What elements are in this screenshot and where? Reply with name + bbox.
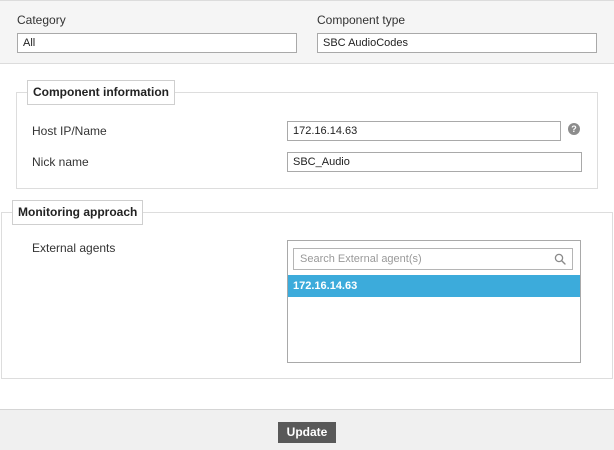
nick-name-input[interactable]: SBC_Audio: [287, 152, 582, 172]
monitoring-approach-legend: Monitoring approach: [12, 200, 144, 225]
search-icon[interactable]: [554, 253, 566, 265]
external-agents-label: External agents: [32, 241, 116, 255]
category-section: Category All Component type SBC AudioCod…: [0, 0, 614, 64]
host-ip-label: Host IP/Name: [32, 124, 107, 138]
component-information-legend: Component information: [27, 80, 175, 105]
search-placeholder: Search External agent(s): [300, 253, 422, 265]
external-agent-item[interactable]: 172.16.14.63: [288, 275, 580, 297]
category-select[interactable]: All: [17, 33, 297, 53]
category-label: Category: [17, 13, 66, 27]
help-question-icon[interactable]: ?: [568, 123, 580, 135]
nick-name-label: Nick name: [32, 155, 89, 169]
host-ip-input[interactable]: 172.16.14.63: [287, 121, 561, 141]
external-agent-search-input[interactable]: Search External agent(s): [293, 248, 573, 270]
footer-bar: Update: [0, 409, 614, 450]
component-type-select[interactable]: SBC AudioCodes: [317, 33, 597, 53]
edit-component-page: Category All Component type SBC AudioCod…: [0, 0, 614, 450]
external-agents-list: Search External agent(s) 172.16.14.63: [287, 240, 581, 363]
component-type-label: Component type: [317, 13, 406, 27]
update-button[interactable]: Update: [278, 422, 336, 443]
